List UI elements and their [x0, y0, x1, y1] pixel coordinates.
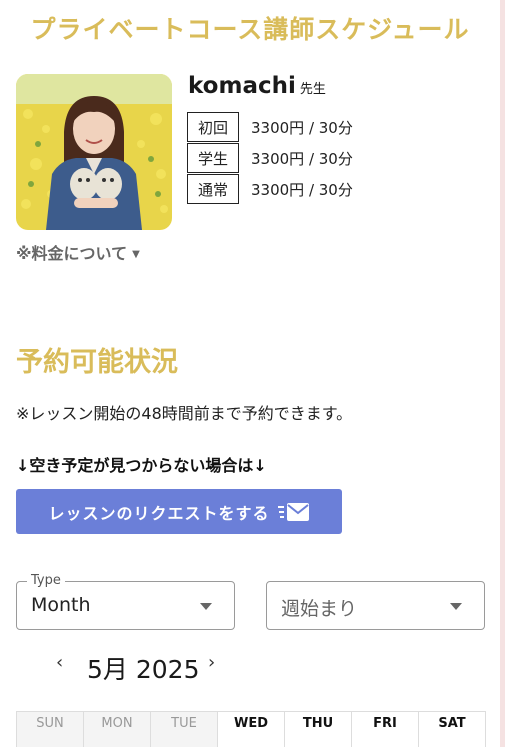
price-label: 初回: [187, 112, 239, 142]
dropdown-arrow-icon: [200, 603, 212, 610]
teacher-name: komachi 先生: [188, 73, 326, 99]
weekday-header-wed: WED: [217, 711, 284, 747]
weekday-header-tue: TUE: [150, 711, 217, 747]
price-value: 3300円 / 30分: [251, 180, 353, 199]
price-row-first: 初回 3300円 / 30分: [187, 112, 353, 142]
prev-month-button[interactable]: ‹: [56, 652, 63, 673]
type-select-value: Month: [31, 594, 91, 616]
page-title: プライベートコース講師スケジュール: [30, 15, 470, 44]
teacher-suffix: 先生: [299, 82, 326, 97]
mail-send-icon: [277, 502, 309, 521]
booking-note: ※レッスン開始の48時間前まで予約できます。: [16, 404, 353, 423]
price-row-student: 学生 3300円 / 30分: [187, 143, 353, 173]
price-value: 3300円 / 30分: [251, 149, 353, 168]
weekday-header-mon: MON: [83, 711, 150, 747]
caret-down-icon: ▼: [132, 249, 140, 260]
week-start-select[interactable]: 週始まり: [266, 581, 485, 630]
fee-info-label: ※料金について: [16, 244, 128, 263]
lesson-request-label: レッスンのリクエストをする: [48, 503, 270, 523]
weekday-header-sat: SAT: [418, 711, 486, 747]
price-label: 通常: [187, 174, 239, 204]
calendar-weekday-header: SUN MON TUE WED THU FRI SAT: [16, 711, 486, 747]
price-label: 学生: [187, 143, 239, 173]
type-select-legend: Type: [27, 573, 65, 588]
page-edge: [500, 0, 505, 747]
next-month-button[interactable]: ›: [208, 652, 215, 673]
not-found-hint: ↓空き予定が見つからない場合は↓: [16, 456, 267, 475]
weekday-header-thu: THU: [284, 711, 351, 747]
price-value: 3300円 / 30分: [251, 118, 353, 137]
availability-title: 予約可能状況: [16, 347, 178, 378]
dropdown-arrow-icon: [450, 603, 462, 610]
weekday-header-sun: SUN: [16, 711, 83, 747]
teacher-photo: [16, 74, 172, 230]
current-month-label: 5月 2025: [87, 655, 200, 684]
fee-info-toggle[interactable]: ※料金について ▼: [16, 240, 140, 264]
week-start-placeholder: 週始まり: [281, 598, 358, 620]
lesson-request-button[interactable]: レッスンのリクエストをする: [16, 489, 342, 534]
weekday-header-fri: FRI: [351, 711, 418, 747]
price-row-regular: 通常 3300円 / 30分: [187, 174, 353, 204]
type-select[interactable]: Type Month: [16, 573, 235, 630]
teacher-name-text: komachi: [188, 73, 296, 99]
